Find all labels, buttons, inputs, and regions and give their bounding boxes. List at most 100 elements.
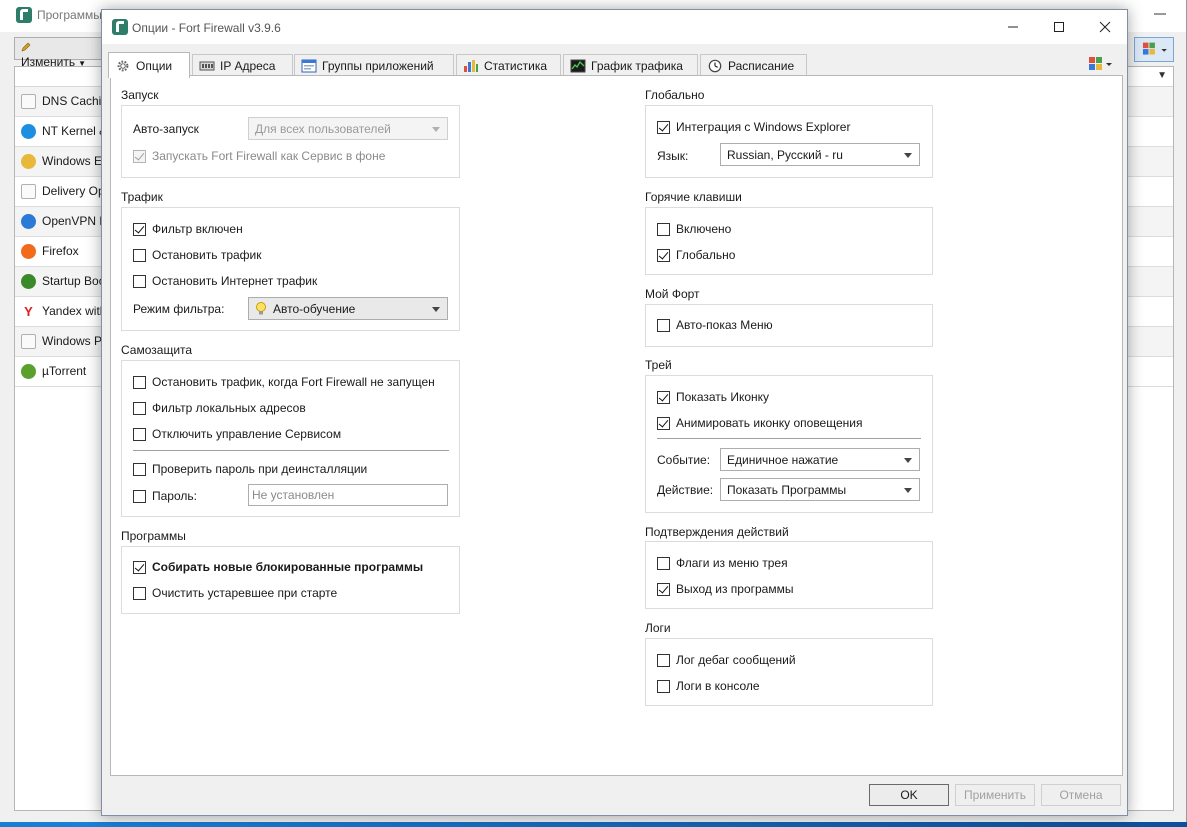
- hotkeys-global-label: Глобально: [676, 248, 736, 262]
- file-icon: [21, 94, 36, 109]
- purge-obsolete-checkbox[interactable]: Очистить устаревшее при старте: [133, 586, 337, 600]
- debug-log-checkbox[interactable]: Лог дебаг сообщений: [657, 653, 796, 667]
- stop-traffic-checkbox[interactable]: Остановить трафик: [133, 248, 262, 262]
- divider: [133, 450, 449, 451]
- language-select[interactable]: Russian, Русский - ru: [720, 143, 920, 166]
- quit-confirm-checkbox[interactable]: Выход из программы: [657, 582, 793, 596]
- dropdown-arrow-icon: [432, 307, 440, 312]
- stop-internet-checkbox[interactable]: Остановить Интернет трафик: [133, 274, 317, 288]
- language-value: Russian, Русский - ru: [727, 147, 843, 162]
- ok-button[interactable]: OK: [869, 784, 949, 806]
- group-hotkeys: Включено Глобально: [645, 207, 933, 275]
- apply-button[interactable]: Применить: [955, 784, 1035, 806]
- network-card-icon: [199, 61, 215, 71]
- hotkeys-enabled-checkbox[interactable]: Включено: [657, 222, 731, 236]
- dropdown-arrow-icon: [904, 488, 912, 493]
- edit-button[interactable]: Изменить ▼: [14, 37, 104, 69]
- password-label: Пароль:: [152, 489, 197, 503]
- program-name: Firefox: [42, 244, 79, 258]
- purge-obsolete-label: Очистить устаревшее при старте: [152, 586, 338, 600]
- tab-label: Опции: [136, 58, 173, 73]
- group-title-protection: Самозащита: [121, 343, 193, 357]
- action-value: Показать Программы: [727, 482, 847, 497]
- chevron-down-icon[interactable]: ▼: [1157, 70, 1167, 81]
- minimize-button[interactable]: [990, 10, 1036, 44]
- group-logs: Лог дебаг сообщений Логи в консоле: [645, 638, 933, 706]
- hotkeys-global-checkbox[interactable]: Глобально: [657, 248, 735, 262]
- cancel-button[interactable]: Отмена: [1041, 784, 1121, 806]
- tab-traffic-graph[interactable]: График трафика: [563, 54, 698, 77]
- hotkeys-enabled-label: Включено: [676, 222, 732, 236]
- check-password-label: Проверить пароль при деинсталляции: [152, 462, 368, 476]
- event-select[interactable]: Единичное нажатие: [720, 448, 920, 471]
- checkbox-box: [657, 416, 670, 430]
- group-traffic: Фильтр включен Остановить трафик Останов…: [121, 207, 460, 331]
- autostart-select[interactable]: Для всех пользователей: [248, 117, 448, 140]
- group-title-global: Глобально: [645, 88, 705, 102]
- traffic-graph-icon: [570, 59, 586, 73]
- check-password-checkbox[interactable]: Проверить пароль при деинсталляции: [133, 462, 367, 476]
- group-title-tray: Трей: [645, 358, 672, 372]
- action-select[interactable]: Показать Программы: [720, 478, 920, 501]
- program-name: µTorrent: [42, 364, 87, 378]
- dropdown-arrow-icon: [904, 153, 912, 158]
- checkbox-box: [133, 462, 146, 476]
- animate-icon-checkbox[interactable]: Анимировать иконку оповещения: [657, 416, 862, 430]
- clock-icon: [708, 59, 722, 73]
- checkbox-box: [657, 556, 670, 570]
- tray-flags-checkbox[interactable]: Флаги из меню трея: [657, 556, 788, 570]
- autoshow-menu-label: Авто-показ Меню: [676, 318, 773, 332]
- autostart-select-value: Для всех пользователей: [255, 121, 391, 136]
- explorer-integration-label: Интеграция с Windows Explorer: [676, 120, 851, 134]
- checkbox-box: [657, 318, 670, 332]
- group-protection: Остановить трафик, когда Fort Firewall н…: [121, 360, 460, 517]
- programs-window-title: Программы: [37, 8, 102, 22]
- dropdown-arrow-icon: [904, 458, 912, 463]
- collect-blocked-label: Собирать новые блокированные программы: [152, 560, 424, 574]
- console-log-checkbox[interactable]: Логи в консоле: [657, 679, 760, 693]
- stop-when-not-running-label: Остановить трафик, когда Fort Firewall н…: [152, 375, 435, 389]
- show-icon-checkbox[interactable]: Показать Иконку: [657, 390, 769, 404]
- checkbox-box: [657, 582, 670, 596]
- tab-options[interactable]: Опции: [108, 52, 190, 78]
- tab-app-groups[interactable]: Группы приложений: [294, 54, 454, 77]
- tab-schedule[interactable]: Расписание: [700, 54, 807, 77]
- folder-icon: [21, 154, 36, 169]
- grid-options-icon: [1142, 42, 1167, 55]
- group-startup: Авто-запуск Для всех пользователей Запус…: [121, 105, 460, 178]
- action-label: Действие:: [657, 483, 714, 497]
- password-checkbox[interactable]: Пароль:: [133, 489, 197, 503]
- service-checkbox[interactable]: Запускать Fort Firewall как Сервис в фон…: [133, 149, 385, 163]
- minimize-icon[interactable]: [1148, 2, 1172, 26]
- tab-label: Статистика: [484, 59, 548, 73]
- disable-service-control-checkbox[interactable]: Отключить управление Сервисом: [133, 427, 341, 441]
- disable-service-control-label: Отключить управление Сервисом: [152, 427, 342, 441]
- quit-confirm-label: Выход из программы: [676, 582, 794, 596]
- tab-statistics[interactable]: Статистика: [456, 54, 561, 77]
- filter-mode-select[interactable]: Авто-обучение: [248, 297, 448, 320]
- bar-chart-icon: [464, 60, 478, 72]
- stop-traffic-label: Остановить трафик: [152, 248, 262, 262]
- filter-enabled-label: Фильтр включен: [152, 222, 243, 236]
- nt-kernel-icon: [21, 124, 36, 139]
- service-checkbox-label: Запускать Fort Firewall как Сервис в фон…: [152, 149, 386, 163]
- stop-when-not-running-checkbox[interactable]: Остановить трафик, когда Fort Firewall н…: [133, 375, 435, 389]
- explorer-integration-checkbox[interactable]: Интеграция с Windows Explorer: [657, 120, 850, 134]
- close-button[interactable]: [1082, 10, 1128, 44]
- group-title-hotkeys: Горячие клавиши: [645, 190, 742, 204]
- checkbox-box: [133, 375, 146, 389]
- group-title-startup: Запуск: [121, 88, 159, 102]
- group-title-logs: Логи: [645, 621, 671, 635]
- collect-blocked-checkbox[interactable]: Собирать новые блокированные программы: [133, 560, 423, 574]
- group-title-traffic: Трафик: [121, 190, 163, 204]
- checkbox-box: [133, 401, 146, 415]
- tab-ip-addresses[interactable]: IP Адреса: [192, 54, 293, 77]
- maximize-button[interactable]: [1036, 10, 1082, 44]
- filter-local-checkbox[interactable]: Фильтр локальных адресов: [133, 401, 306, 415]
- options-titlebar[interactable]: Опции - Fort Firewall v3.9.6: [102, 10, 1127, 44]
- autoshow-menu-checkbox[interactable]: Авто-показ Меню: [657, 318, 773, 332]
- view-options-button[interactable]: [1134, 37, 1174, 62]
- password-input[interactable]: [248, 484, 448, 506]
- tab-options-menu-button[interactable]: [1086, 54, 1118, 74]
- filter-enabled-checkbox[interactable]: Фильтр включен: [133, 222, 243, 236]
